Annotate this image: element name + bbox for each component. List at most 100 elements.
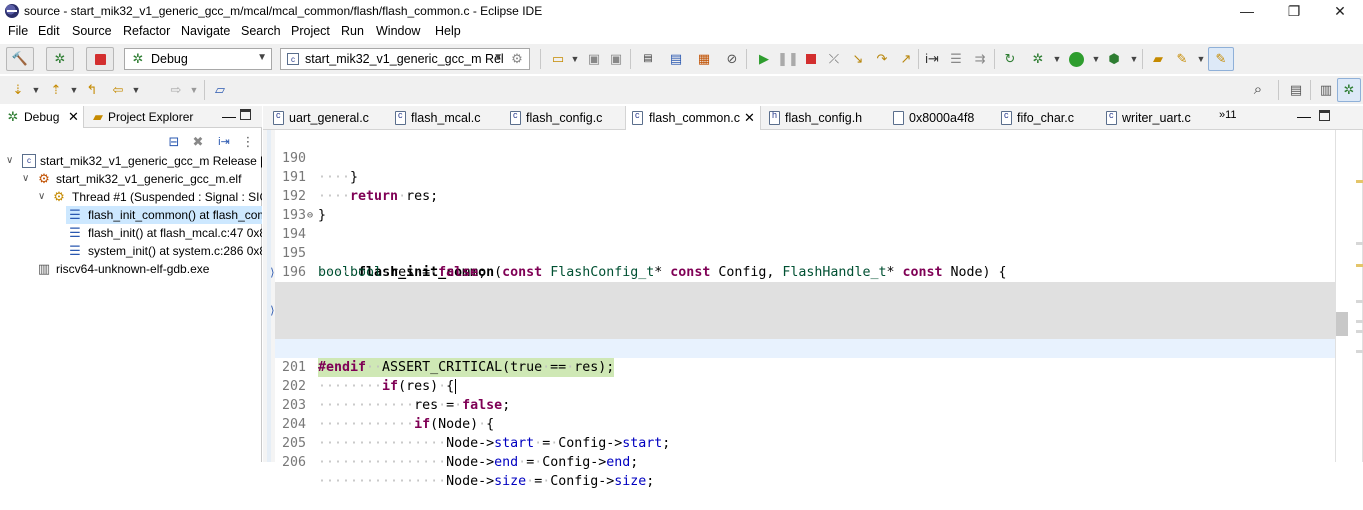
last-edit-icon[interactable]: ↰: [84, 82, 100, 98]
code-line[interactable]: 203 ············if(Node)·{: [275, 377, 1335, 432]
code-line[interactable]: 206 ················Node->size·=·Config-…: [275, 434, 1335, 489]
code-line[interactable]: 196 ····if(Config)·{: [275, 244, 1335, 299]
view-menu-icon[interactable]: ⋮: [240, 134, 256, 150]
refresh-icon[interactable]: ↻: [1002, 51, 1018, 67]
tab-flash-mcal[interactable]: flash_mcal.c: [395, 106, 499, 130]
skip-breakpoints-icon[interactable]: ⊘: [724, 51, 740, 67]
tab-disassembly[interactable]: 0x8000a4f8: [893, 106, 993, 130]
remove-terminated-icon[interactable]: ✖: [190, 134, 206, 150]
chevron-down-icon[interactable]: ∨: [38, 191, 48, 202]
close-window-button[interactable]: ✕: [1317, 0, 1363, 22]
minimize-editor-icon[interactable]: —: [1297, 108, 1311, 124]
chevron-down-icon[interactable]: ∨: [6, 155, 16, 166]
minimize-button[interactable]: —: [1224, 0, 1270, 22]
code-line[interactable]: 192 }: [275, 168, 1335, 223]
restore-button[interactable]: ❐: [1271, 0, 1317, 22]
chevron-down-icon[interactable]: ▼: [128, 82, 144, 98]
tab-flash-config-c[interactable]: flash_config.c: [510, 106, 620, 130]
tab-flash-common[interactable]: flash_common.c ✕: [625, 106, 761, 130]
external-tools-icon[interactable]: ⬢: [1106, 51, 1122, 67]
menu-file[interactable]: File: [8, 24, 28, 38]
menu-window[interactable]: Window: [376, 24, 420, 38]
debug-perspective-button[interactable]: ✲: [1337, 78, 1361, 102]
terminate-icon[interactable]: [806, 54, 816, 64]
code-line[interactable]: 191 ····return·res;: [275, 149, 1335, 204]
chevron-down-icon[interactable]: ∨: [22, 173, 32, 184]
resume-icon[interactable]: ▶: [756, 51, 772, 67]
code-line[interactable]: 195 ····bool·res·=·false;: [275, 225, 1335, 280]
launch-config-combo[interactable]: c start_mik32_v1_generic_gcc_m Rel ▼ ⚙: [280, 48, 530, 70]
code-line-inactive[interactable]: 200 #endif: [275, 320, 1335, 375]
code-line-inactive[interactable]: 198 #ifdef·HAS_DEBUGGER: [275, 282, 1335, 337]
code-line-current[interactable]: 201 ········if(res)·{: [275, 339, 1335, 394]
annotation-ruler[interactable]: [263, 130, 275, 462]
maximize-view-icon[interactable]: [240, 109, 251, 120]
code-line-inactive[interactable]: ⟩ 199 ········ASSERT_CRITICAL(true·==·re…: [269, 301, 1335, 377]
menu-project[interactable]: Project: [291, 24, 330, 38]
code-line[interactable]: 193: [275, 187, 1335, 223]
menu-edit[interactable]: Edit: [38, 24, 60, 38]
prev-annotation-icon[interactable]: ⇡: [48, 82, 64, 98]
menu-run[interactable]: Run: [341, 24, 364, 38]
open-perspective-icon[interactable]: ▤: [1288, 82, 1304, 98]
menu-navigate[interactable]: Navigate: [181, 24, 230, 38]
tab-flash-config-h[interactable]: flash_config.h: [769, 106, 879, 130]
close-icon[interactable]: ✕: [68, 109, 79, 125]
disconnect-icon[interactable]: ⤫: [826, 51, 842, 67]
tree-item-thread[interactable]: ∨ ⚙ Thread #1 (Suspended : Signal : SIGI…: [0, 188, 262, 206]
tree-item-frame[interactable]: ☰ system_init() at system.c:286 0x8: [66, 242, 262, 260]
tab-fifo-char[interactable]: fifo_char.c: [1001, 106, 1097, 130]
tab-uart-general[interactable]: uart_general.c: [273, 106, 385, 130]
run-icon[interactable]: [1069, 52, 1084, 67]
tab-overflow-button[interactable]: »11: [1219, 109, 1237, 121]
overview-marker[interactable]: [1356, 350, 1363, 353]
overview-marker[interactable]: [1356, 300, 1363, 303]
code-line[interactable]: 202 ············res·=·false;: [275, 358, 1335, 413]
maximize-editor-icon[interactable]: [1319, 110, 1330, 121]
chevron-down-icon[interactable]: ▼: [186, 82, 202, 98]
overview-marker[interactable]: [1356, 330, 1363, 333]
step-mode-icon[interactable]: i⇥: [216, 134, 232, 150]
tab-debug[interactable]: ✲ Debug ✕: [0, 106, 84, 128]
drop-to-frame-icon[interactable]: ⇉: [972, 51, 988, 67]
code-line[interactable]: 190 ····}: [275, 130, 1335, 185]
highlight-toggle-button[interactable]: ✎: [1208, 47, 1234, 71]
collapse-all-icon[interactable]: ⊟: [166, 134, 182, 150]
cpp-perspective-icon[interactable]: ▥: [1318, 82, 1334, 98]
menu-refactor[interactable]: Refactor: [123, 24, 170, 38]
save-all-icon[interactable]: ▣: [608, 51, 624, 67]
code-line[interactable]: 207 ················Node->err_start·=·Co…: [275, 453, 1335, 462]
code-line[interactable]: ⟩ 197 ········res·=·flash_is_valid_confi…: [269, 263, 1335, 337]
tree-item-gdb[interactable]: ▥ riscv64-unknown-elf-gdb.exe: [0, 260, 262, 278]
binary-icon[interactable]: ▤: [640, 51, 656, 67]
forward-icon[interactable]: ⇨: [168, 82, 184, 98]
search-icon[interactable]: ⌕: [1250, 82, 1266, 98]
tree-item-frame[interactable]: ☰ flash_init() at flash_mcal.c:47 0x8: [66, 224, 262, 242]
launch-mode-combo[interactable]: ✲ Debug ▼: [124, 48, 272, 70]
code-line[interactable]: 194 ⊖ bool flash_init_common(const Flash…: [275, 206, 1335, 280]
instruction-stepping-icon[interactable]: i⇥: [924, 51, 940, 67]
fold-collapse-icon[interactable]: ⊖: [307, 206, 313, 225]
overview-marker[interactable]: [1356, 320, 1363, 323]
chevron-down-icon[interactable]: ▼: [1126, 51, 1142, 67]
suspend-icon[interactable]: ❚❚: [777, 51, 799, 67]
debug-launch-icon[interactable]: ✲: [1030, 51, 1046, 67]
back-icon[interactable]: ⇦: [110, 82, 126, 98]
overview-marker[interactable]: [1356, 180, 1363, 183]
tab-project-explorer[interactable]: ▰ Project Explorer: [86, 106, 206, 128]
restart-icon[interactable]: ☰: [948, 51, 964, 67]
step-return-icon[interactable]: ↗: [898, 51, 914, 67]
console-icon[interactable]: ▤: [668, 51, 684, 67]
menu-search[interactable]: Search: [241, 24, 281, 38]
pencil-icon[interactable]: ✎: [1174, 51, 1190, 67]
terminate-button[interactable]: [86, 47, 114, 71]
code-line[interactable]: 204 ················Node->start·=·Config…: [275, 396, 1335, 451]
save-icon[interactable]: ▣: [586, 51, 602, 67]
chevron-down-icon[interactable]: ▼: [1088, 51, 1104, 67]
chevron-down-icon[interactable]: ▼: [28, 82, 44, 98]
step-over-icon[interactable]: ↷: [874, 51, 890, 67]
code-line[interactable]: 205 ················Node->end·=·Config->…: [275, 415, 1335, 470]
chevron-down-icon[interactable]: ▼: [1193, 51, 1209, 67]
tab-writer-uart[interactable]: writer_uart.c: [1106, 106, 1206, 130]
debug-button[interactable]: ✲: [46, 47, 74, 71]
